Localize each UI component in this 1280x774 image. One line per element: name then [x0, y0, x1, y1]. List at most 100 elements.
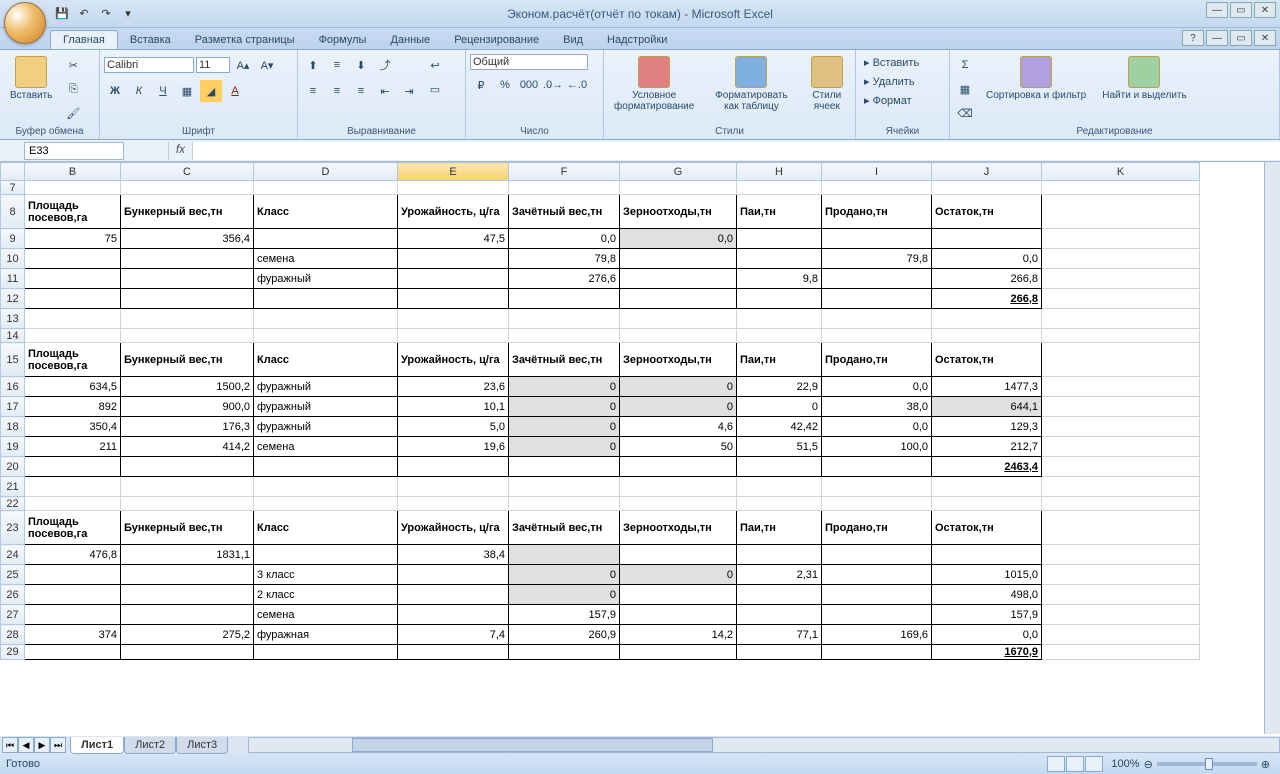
cell-F14[interactable]: [509, 329, 620, 343]
row-header-23[interactable]: 23: [1, 511, 25, 545]
cell-E29[interactable]: [398, 645, 509, 660]
col-header-C[interactable]: C: [121, 163, 254, 181]
cell-J22[interactable]: [932, 497, 1042, 511]
cell-G29[interactable]: [620, 645, 737, 660]
cell-E24[interactable]: 38,4: [398, 545, 509, 565]
row-header-18[interactable]: 18: [1, 417, 25, 437]
cell-E17[interactable]: 10,1: [398, 397, 509, 417]
cell-C20[interactable]: [121, 457, 254, 477]
office-button[interactable]: [4, 2, 46, 44]
cell-H17[interactable]: 0: [737, 397, 822, 417]
zoom-thumb[interactable]: [1205, 758, 1213, 770]
cell-F19[interactable]: 0: [509, 437, 620, 457]
cell-I7[interactable]: [822, 181, 932, 195]
row-header-26[interactable]: 26: [1, 585, 25, 605]
formula-input[interactable]: [192, 142, 1280, 160]
col-header-E[interactable]: E: [398, 163, 509, 181]
cell-H23[interactable]: Паи,тн: [737, 511, 822, 545]
cell-D16[interactable]: фуражный: [254, 377, 398, 397]
decrease-font-icon[interactable]: A▾: [256, 54, 278, 76]
cell-J11[interactable]: 266,8: [932, 269, 1042, 289]
cell-J24[interactable]: [932, 545, 1042, 565]
cell-F12[interactable]: [509, 289, 620, 309]
cell-H26[interactable]: [737, 585, 822, 605]
cell-K18[interactable]: [1042, 417, 1200, 437]
cell-E18[interactable]: 5,0: [398, 417, 509, 437]
cell-C11[interactable]: [121, 269, 254, 289]
cell-K8[interactable]: [1042, 195, 1200, 229]
cell-H11[interactable]: 9,8: [737, 269, 822, 289]
font-name-select[interactable]: [104, 57, 194, 73]
cell-J15[interactable]: Остаток,тн: [932, 343, 1042, 377]
cell-G13[interactable]: [620, 309, 737, 329]
page-layout-view-button[interactable]: [1066, 756, 1084, 772]
cell-J27[interactable]: 157,9: [932, 605, 1042, 625]
page-break-view-button[interactable]: [1085, 756, 1103, 772]
cell-E13[interactable]: [398, 309, 509, 329]
cell-D24[interactable]: [254, 545, 398, 565]
cell-E22[interactable]: [398, 497, 509, 511]
decrease-indent-icon[interactable]: ⇤: [374, 80, 396, 102]
qat-undo-icon[interactable]: ↶: [74, 4, 94, 24]
align-top-icon[interactable]: ⬆: [302, 54, 324, 76]
cell-B11[interactable]: [25, 269, 121, 289]
col-header-J[interactable]: J: [932, 163, 1042, 181]
cell-H27[interactable]: [737, 605, 822, 625]
cell-B23[interactable]: Площадь посевов,га: [25, 511, 121, 545]
cell-C29[interactable]: [121, 645, 254, 660]
cell-H19[interactable]: 51,5: [737, 437, 822, 457]
cell-F9[interactable]: 0,0: [509, 229, 620, 249]
cell-B9[interactable]: 75: [25, 229, 121, 249]
row-header-24[interactable]: 24: [1, 545, 25, 565]
row-header-8[interactable]: 8: [1, 195, 25, 229]
cell-F20[interactable]: [509, 457, 620, 477]
cell-D22[interactable]: [254, 497, 398, 511]
sheet-first-button[interactable]: ⏮: [2, 737, 18, 753]
cell-C18[interactable]: 176,3: [121, 417, 254, 437]
cell-G9[interactable]: 0,0: [620, 229, 737, 249]
cell-F15[interactable]: Зачётный вес,тн: [509, 343, 620, 377]
cell-I29[interactable]: [822, 645, 932, 660]
col-header-H[interactable]: H: [737, 163, 822, 181]
row-header-11[interactable]: 11: [1, 269, 25, 289]
cell-B14[interactable]: [25, 329, 121, 343]
cell-B13[interactable]: [25, 309, 121, 329]
cut-icon[interactable]: ✂: [62, 54, 84, 76]
cell-B18[interactable]: 350,4: [25, 417, 121, 437]
cell-I11[interactable]: [822, 269, 932, 289]
cell-D21[interactable]: [254, 477, 398, 497]
row-header-10[interactable]: 10: [1, 249, 25, 269]
paste-button[interactable]: Вставить: [4, 54, 58, 103]
cell-E19[interactable]: 19,6: [398, 437, 509, 457]
cell-H9[interactable]: [737, 229, 822, 249]
cell-J10[interactable]: 0,0: [932, 249, 1042, 269]
cell-B12[interactable]: [25, 289, 121, 309]
cell-K13[interactable]: [1042, 309, 1200, 329]
comma-icon[interactable]: 000: [518, 74, 540, 96]
cell-J26[interactable]: 498,0: [932, 585, 1042, 605]
cell-B26[interactable]: [25, 585, 121, 605]
cell-E27[interactable]: [398, 605, 509, 625]
col-header-K[interactable]: K: [1042, 163, 1200, 181]
cell-C28[interactable]: 275,2: [121, 625, 254, 645]
cell-F25[interactable]: 0: [509, 565, 620, 585]
cell-H29[interactable]: [737, 645, 822, 660]
clear-icon[interactable]: ⌫: [954, 102, 976, 124]
cell-J13[interactable]: [932, 309, 1042, 329]
qat-dropdown-icon[interactable]: ▾: [118, 4, 138, 24]
cell-K19[interactable]: [1042, 437, 1200, 457]
cell-K15[interactable]: [1042, 343, 1200, 377]
align-left-icon[interactable]: ≡: [302, 80, 324, 102]
increase-font-icon[interactable]: A▴: [232, 54, 254, 76]
cell-D19[interactable]: семена: [254, 437, 398, 457]
align-bottom-icon[interactable]: ⬇: [350, 54, 372, 76]
cell-D12[interactable]: [254, 289, 398, 309]
find-select-button[interactable]: Найти и выделить: [1096, 54, 1192, 103]
cell-H20[interactable]: [737, 457, 822, 477]
row-header-13[interactable]: 13: [1, 309, 25, 329]
cell-D29[interactable]: [254, 645, 398, 660]
row-header-12[interactable]: 12: [1, 289, 25, 309]
cell-G21[interactable]: [620, 477, 737, 497]
horizontal-scrollbar[interactable]: [248, 737, 1280, 753]
tab-данные[interactable]: Данные: [378, 31, 442, 49]
